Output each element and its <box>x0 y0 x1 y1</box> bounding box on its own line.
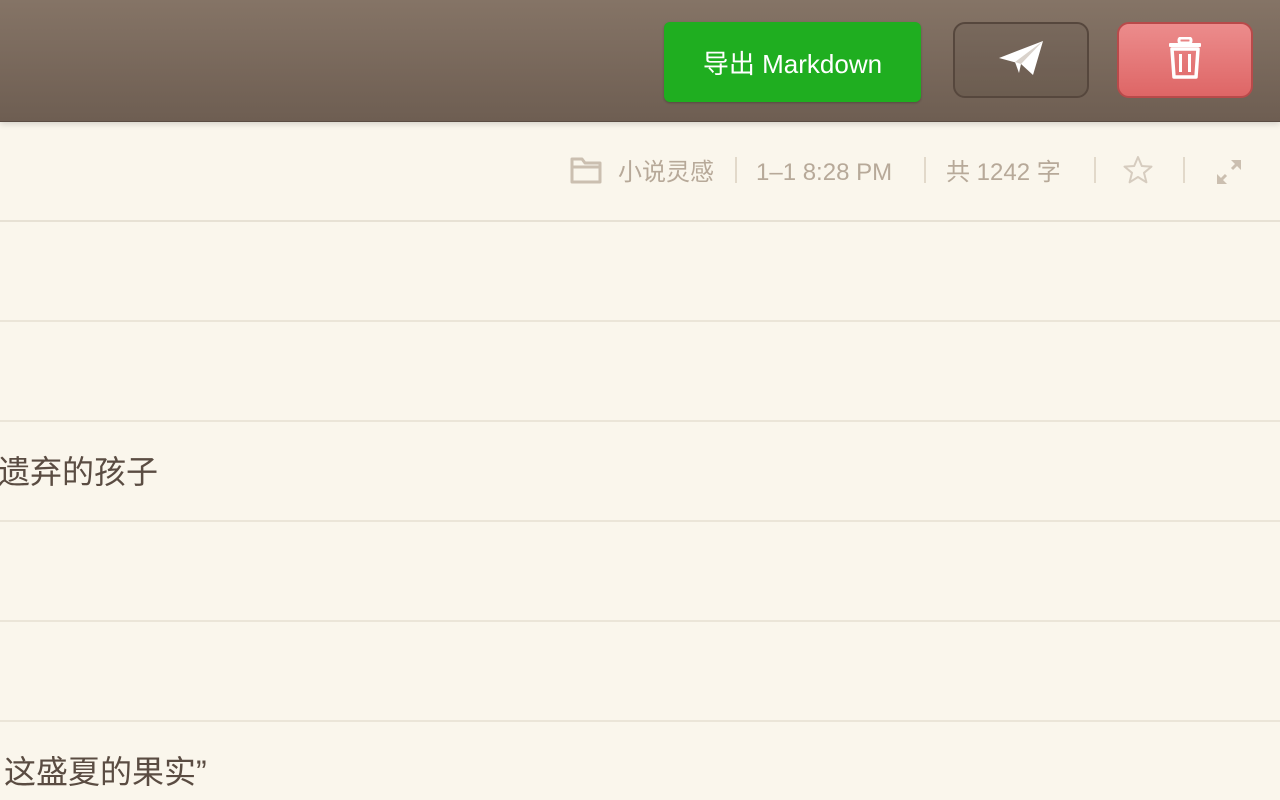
note-datetime: 1–1 8:28 PM <box>756 159 893 186</box>
ruled-line <box>0 320 1280 322</box>
separator <box>735 157 737 183</box>
separator <box>1183 157 1185 183</box>
delete-button[interactable] <box>1117 22 1253 98</box>
star-icon[interactable] <box>1122 154 1154 184</box>
share-button[interactable] <box>953 22 1089 98</box>
ruled-line <box>0 420 1280 422</box>
ruled-line <box>0 620 1280 622</box>
note-text-line[interactable]: 这盛夏的果实” <box>4 752 207 792</box>
separator <box>924 157 926 183</box>
folder-icon[interactable] <box>570 155 602 185</box>
word-count: 共 1242 字 <box>946 159 1061 186</box>
separator <box>1094 157 1096 183</box>
ruled-line <box>0 720 1280 722</box>
expand-icon[interactable] <box>1215 158 1243 188</box>
note-meta-bar: 小说灵感 1–1 8:28 PM 共 1242 字 <box>0 122 1280 222</box>
ruled-line <box>0 520 1280 522</box>
note-text-line[interactable]: 遗弃的孩子 <box>0 452 158 492</box>
export-markdown-button[interactable]: 导出 Markdown <box>664 22 921 102</box>
toolbar: 导出 Markdown <box>0 0 1280 122</box>
export-markdown-label: 导出 Markdown <box>702 48 883 79</box>
trash-icon <box>1167 36 1203 84</box>
notebook-name[interactable]: 小说灵感 <box>618 158 714 188</box>
paper-plane-icon <box>997 38 1045 83</box>
